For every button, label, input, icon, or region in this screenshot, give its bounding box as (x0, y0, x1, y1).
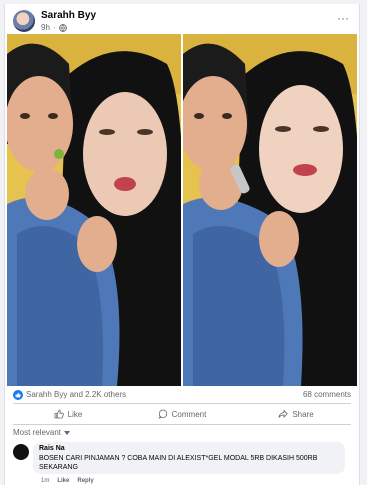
action-bar: Like Comment Share (11, 405, 353, 423)
comment-icon (158, 409, 167, 419)
author-avatar[interactable] (13, 10, 35, 32)
reactions-summary[interactable]: Sarahh Byy and 2.2K others (26, 390, 126, 399)
thumbs-up-icon (54, 409, 64, 419)
comment-label: Comment (171, 409, 207, 419)
comment-sort-label: Most relevant (13, 428, 62, 437)
globe-icon (58, 23, 67, 32)
photo-right-image (183, 34, 357, 386)
post-header: Sarahh Byy 9h · ··· (11, 8, 353, 36)
comment-reply-link[interactable]: Reply (77, 478, 93, 484)
comment-button[interactable]: Comment (125, 405, 239, 423)
more-icon[interactable]: ··· (337, 12, 349, 24)
post-photos (7, 34, 357, 386)
post-card: Sarahh Byy 9h · ··· Sarahh Byy and 2.2K … (4, 4, 360, 485)
photo-right[interactable] (183, 34, 357, 386)
separator-dot: · (52, 23, 56, 32)
like-reaction-icon[interactable] (13, 390, 23, 400)
comments-count[interactable]: 68 comments (303, 390, 351, 399)
like-button[interactable]: Like (11, 405, 125, 423)
comment-sort-dropdown[interactable]: Most relevant (13, 428, 71, 437)
comment-time[interactable]: 1m (41, 478, 49, 484)
like-label: Like (67, 409, 83, 419)
share-button[interactable]: Share (239, 405, 353, 423)
divider (13, 424, 351, 425)
post-meta: 9h · (41, 23, 67, 32)
chevron-down-icon (64, 430, 71, 435)
comment-text: BOSEN CARI PINJAMAN ? COBA MAIN DI ALEXI… (39, 455, 318, 471)
comment-item: Rais Na BOSEN CARI PINJAMAN ? COBA MAIN … (13, 442, 351, 484)
photo-left-image (7, 34, 181, 386)
commenter-avatar[interactable] (13, 444, 29, 460)
divider (13, 403, 351, 404)
author-name[interactable]: Sarahh Byy (41, 10, 96, 21)
post-time[interactable]: 9h (41, 23, 50, 32)
comment-meta: 1m Like Reply (41, 478, 94, 484)
photo-left[interactable] (7, 34, 181, 386)
comment-bubble: Rais Na BOSEN CARI PINJAMAN ? COBA MAIN … (33, 442, 345, 474)
share-label: Share (292, 409, 314, 419)
comment-like-link[interactable]: Like (57, 478, 69, 484)
commenter-name[interactable]: Rais Na (39, 445, 339, 452)
share-icon (278, 409, 289, 418)
reactions-bar: Sarahh Byy and 2.2K others 68 comments (13, 389, 351, 403)
